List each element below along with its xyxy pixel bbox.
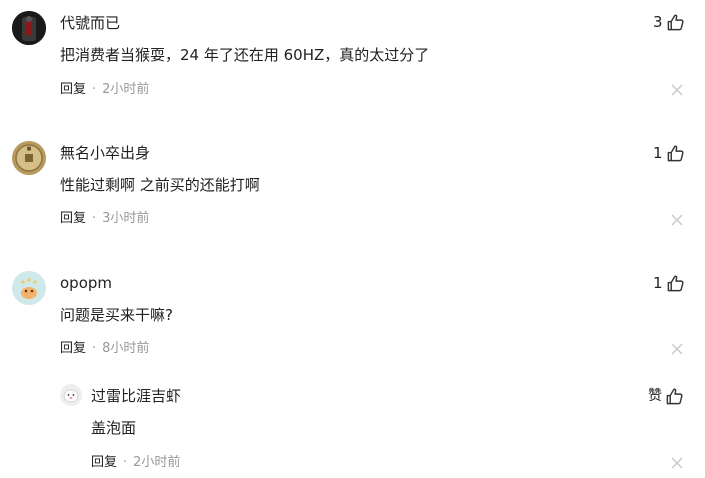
thumbs-up-icon [667,275,684,291]
comment-meta: 回复 · 2小时前 [60,81,149,99]
close-icon[interactable] [671,84,683,96]
timestamp: 2小时前 [133,455,181,470]
like-button[interactable]: 3 [653,12,685,32]
separator-dot: · [92,211,97,226]
timestamp: 8小时前 [102,341,150,356]
comment-item: 代號而已 把消费者当猴耍，24 年了还在用 60HZ，真的太过分了 回复 · 2小时… [0,0,705,120]
reply-button[interactable]: 回复 [91,455,117,470]
separator-dot: · [92,341,97,356]
timestamp: 3小时前 [102,211,150,226]
username[interactable]: 代號而已 [60,13,120,33]
close-icon[interactable] [671,214,683,226]
comment-meta: 回复 · 8小时前 [60,340,149,358]
thumbs-up-icon [667,145,684,161]
username[interactable]: opopm [60,273,112,293]
comment-meta: 回复 · 2小时前 [91,454,180,472]
separator-dot: · [92,82,97,97]
avatar[interactable]: ■ [12,141,46,175]
comment-item: opopm 问题是买来干嘛? 回复 · 8小时前 1 过雷比涯吉虾 盖泡面 回复 · 2… [0,260,705,478]
close-icon[interactable] [671,457,683,469]
avatar[interactable] [60,384,82,406]
username[interactable]: 过雷比涯吉虾 [91,386,181,406]
comment-text: 性能过剩啊 之前买的还能打啊 [60,176,260,194]
comment-text: 盖泡面 [91,419,137,437]
svg-text:■: ■ [27,146,32,152]
reply-button[interactable]: 回复 [60,341,86,356]
like-label: 赞 [648,388,662,404]
like-button[interactable]: 赞 [648,386,684,406]
comment-text: 把消费者当猴耍，24 年了还在用 60HZ，真的太过分了 [60,46,430,64]
thumbs-up-icon [666,388,683,404]
avatar[interactable] [12,11,46,45]
cartoon-bird-avatar-icon [12,271,46,305]
reply-item: 过雷比涯吉虾 盖泡面 回复 · 2小时前 赞 [0,378,705,478]
separator-dot: · [123,455,128,470]
avatar[interactable] [12,271,46,305]
ancient-coin-avatar-icon: ■ [12,141,46,175]
comment-item: ■ 無名小卒出身 性能过剩啊 之前买的还能打啊 回复 · 3小时前 1 [0,130,705,250]
username[interactable]: 無名小卒出身 [60,143,150,163]
reply-button[interactable]: 回复 [60,211,86,226]
like-count: 3 [653,13,663,31]
reply-button[interactable]: 回复 [60,82,86,97]
dark-figure-avatar-icon [12,11,46,45]
comment-text: 问题是买来干嘛? [60,306,173,324]
comment-meta: 回复 · 3小时前 [60,210,149,228]
like-count: 1 [653,144,663,162]
timestamp: 2小时前 [102,82,150,97]
like-button[interactable]: 1 [653,273,685,293]
close-icon[interactable] [671,343,683,355]
like-count: 1 [653,274,663,292]
like-button[interactable]: 1 [653,143,685,163]
white-dog-avatar-icon [60,384,82,406]
thumbs-up-icon [667,14,684,30]
